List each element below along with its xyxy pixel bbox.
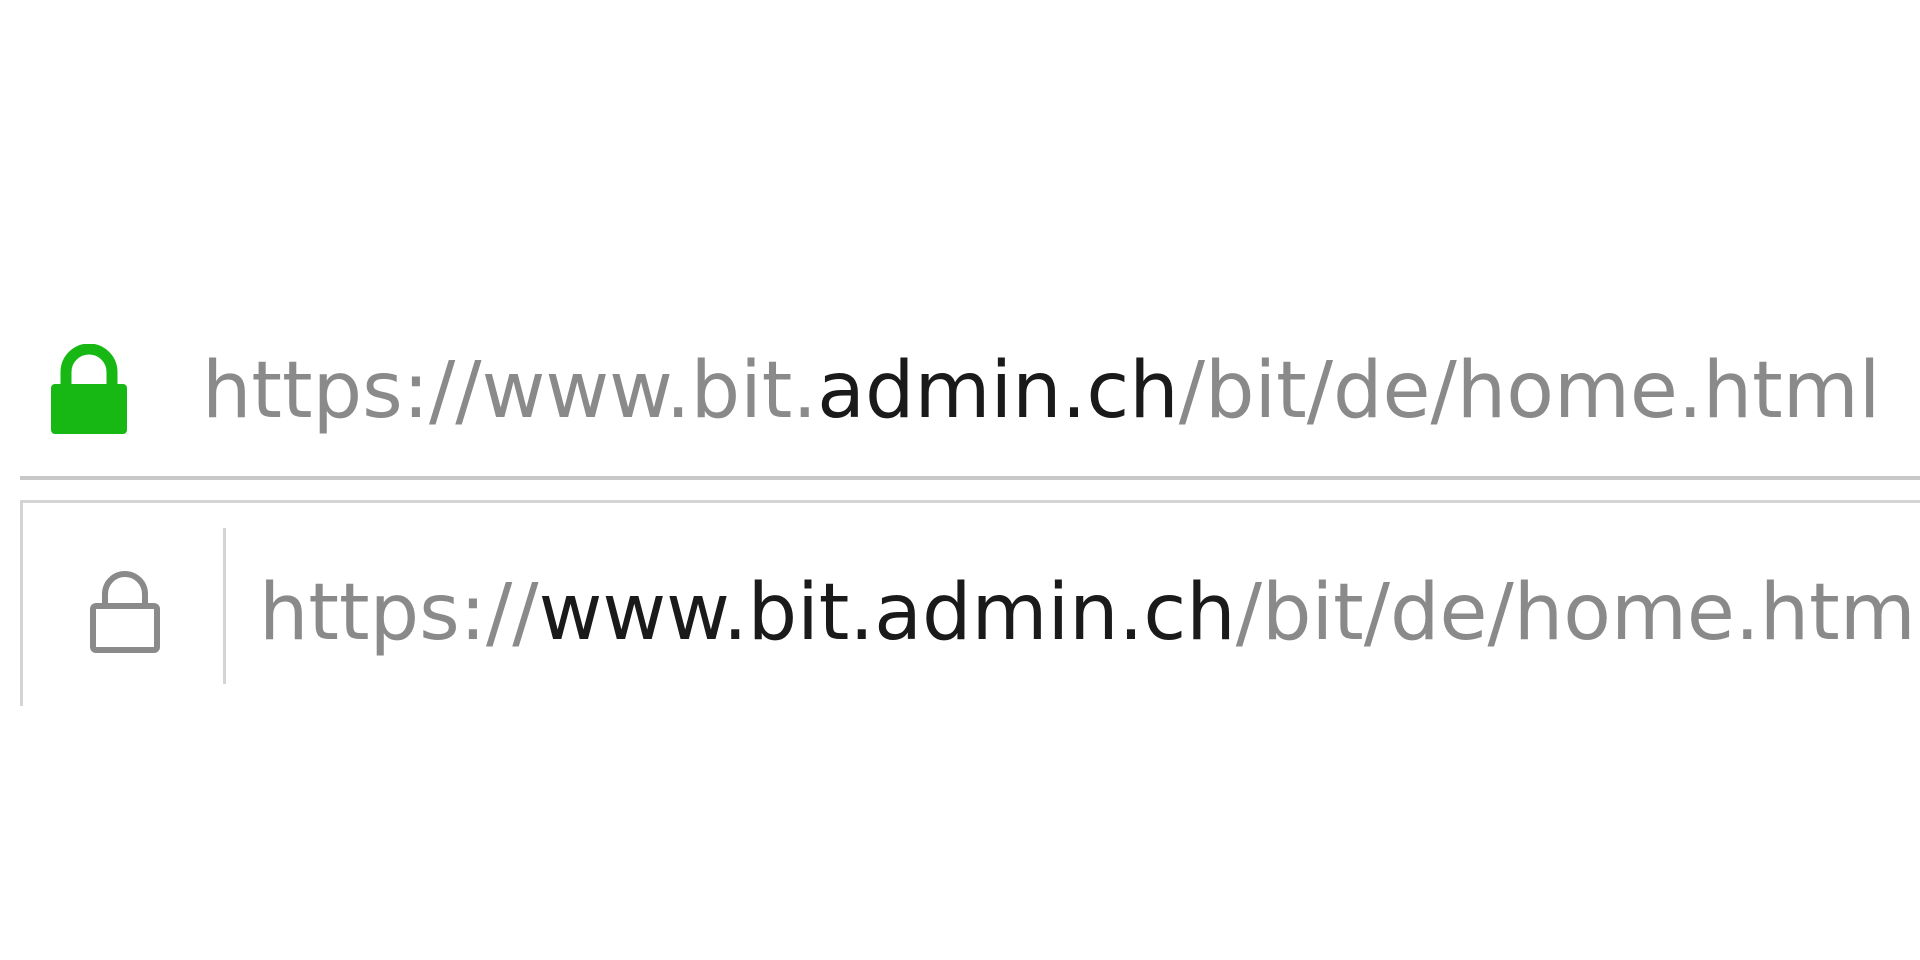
url-path: /bit/de/home.html	[1178, 346, 1881, 436]
url-prefix: https://www.bit.	[202, 346, 818, 436]
url-prefix: https://	[259, 568, 539, 658]
address-bar-secondary[interactable]: https://www.bit.admin.ch/bit/de/home.htm…	[20, 502, 1920, 706]
divider	[20, 476, 1920, 480]
address-bar-primary[interactable]: https://www.bit.admin.ch/bit/de/home.htm…	[0, 318, 1920, 468]
url-domain: www.bit.admin.ch	[538, 568, 1236, 658]
lock-icon[interactable]	[48, 344, 130, 436]
url-path: /bit/de/home.html	[1235, 568, 1920, 658]
icon-separator	[223, 528, 226, 684]
url-text[interactable]: https://www.bit.admin.ch/bit/de/home.htm…	[202, 352, 1880, 430]
url-text[interactable]: https://www.bit.admin.ch/bit/de/home.htm…	[259, 574, 1920, 652]
lock-icon[interactable]	[89, 568, 161, 654]
url-domain: admin.ch	[817, 346, 1179, 436]
